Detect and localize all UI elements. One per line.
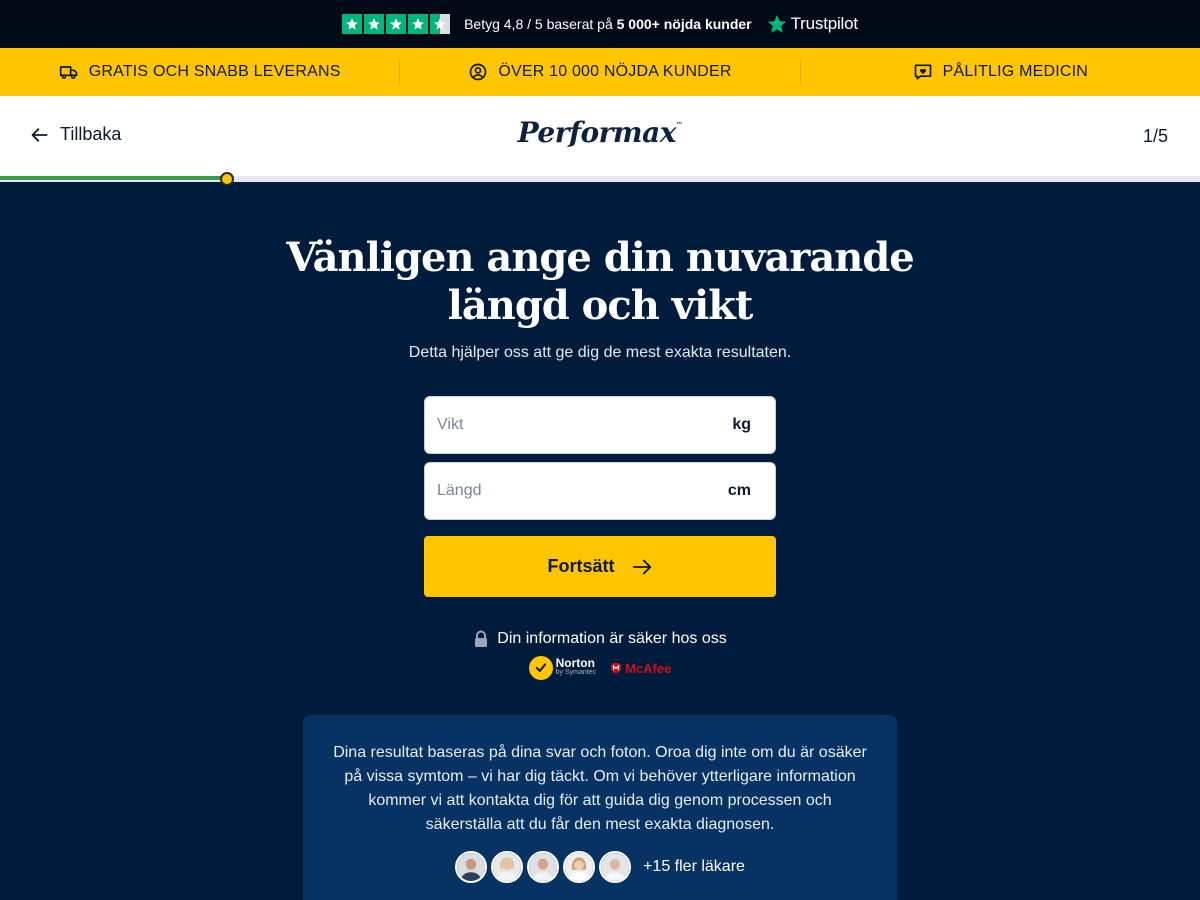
benefit-label: PÅLITLIG MEDICIN (942, 63, 1089, 80)
info-box: Dina resultat baseras på dina svar och f… (303, 715, 897, 900)
weight-unit: kg (732, 416, 751, 433)
logo-text: Performax (517, 116, 677, 149)
benefit-label: ÖVER 10 000 NÖJDA KUNDER (498, 63, 732, 80)
security-text: Din information är säker hos oss (497, 630, 727, 647)
page-subtitle: Detta hjälper oss att ge dig de mest exa… (408, 344, 792, 361)
trustpilot-logo[interactable]: Trustpilot (766, 13, 858, 35)
continue-label: Fortsätt (547, 556, 615, 576)
height-field[interactable]: cm (424, 462, 776, 520)
benefit-medicine: PÅLITLIG MEDICIN (799, 60, 1200, 84)
benefits-bar: GRATIS OCH SNABB LEVERANS ÖVER 10 000 NÖ… (0, 48, 1200, 96)
main-content: Vänligen ange din nuvarande längd och vi… (0, 182, 1200, 900)
norton-badge: Norton by Symantec (528, 656, 597, 680)
progress-fill (0, 176, 228, 180)
arrow-right-icon (632, 559, 651, 574)
weight-input[interactable] (437, 416, 677, 434)
doctor-avatar (563, 851, 596, 883)
continue-button[interactable]: Fortsätt (424, 536, 776, 597)
half-star-icon (430, 14, 451, 34)
heart-message-icon (914, 64, 931, 80)
doctor-avatar (491, 851, 524, 883)
security-notice: Din information är säker hos oss (0, 630, 1200, 648)
star-icon (364, 14, 385, 34)
doctor-avatar (599, 851, 632, 883)
rating-prefix: Betyg 4,8 / 5 baserat på (464, 16, 613, 32)
header: Tillbaka Performax™ 1/5 (0, 96, 1200, 176)
doctor-avatar (455, 851, 488, 883)
trustpilot-bar: Betyg 4,8 / 5 baserat på 5 000+ nöjda ku… (0, 0, 1200, 48)
trustpilot-stars (342, 14, 451, 34)
height-input[interactable] (437, 482, 677, 500)
security-badges: Norton by Symantec McAfee (0, 656, 1200, 680)
benefit-delivery: GRATIS OCH SNABB LEVERANS (0, 60, 399, 84)
logo-trademark: ™ (675, 120, 683, 129)
page-title: Vänligen ange din nuvarande längd och vi… (286, 234, 915, 329)
trustpilot-brand: Trustpilot (790, 14, 858, 33)
trustpilot-star-icon (767, 14, 786, 33)
star-icon (342, 14, 363, 34)
trustpilot-rating-text: Betyg 4,8 / 5 baserat på 5 000+ nöjda ku… (464, 16, 752, 32)
mcafee-badge: McAfee (610, 661, 671, 676)
star-icon (386, 14, 407, 34)
lock-icon (475, 630, 488, 647)
rating-highlight: 5 000+ nöjda kunder (616, 16, 752, 32)
norton-name: Norton (555, 656, 595, 670)
doctor-avatar (527, 851, 560, 883)
more-doctors: +15 fler läkare (643, 858, 745, 875)
benefit-label: GRATIS OCH SNABB LEVERANS (88, 63, 341, 80)
info-text: Dina resultat baseras på dina svar och f… (333, 744, 867, 833)
star-icon (408, 14, 429, 34)
mcafee-name: McAfee (625, 660, 672, 676)
performax-logo[interactable]: Performax™ (0, 116, 1200, 149)
weight-field[interactable]: kg (424, 396, 776, 454)
mcafee-shield-icon (611, 662, 622, 674)
height-unit: cm (727, 482, 751, 499)
norton-check-icon (528, 656, 553, 680)
doctors-row: +15 fler läkare (333, 851, 867, 883)
truck-icon (59, 66, 78, 79)
step-indicator: 1/5 (1142, 126, 1168, 146)
norton-sub: by Symantec (555, 669, 597, 676)
user-circle-icon (469, 63, 487, 81)
benefit-customers: ÖVER 10 000 NÖJDA KUNDER (399, 60, 799, 84)
